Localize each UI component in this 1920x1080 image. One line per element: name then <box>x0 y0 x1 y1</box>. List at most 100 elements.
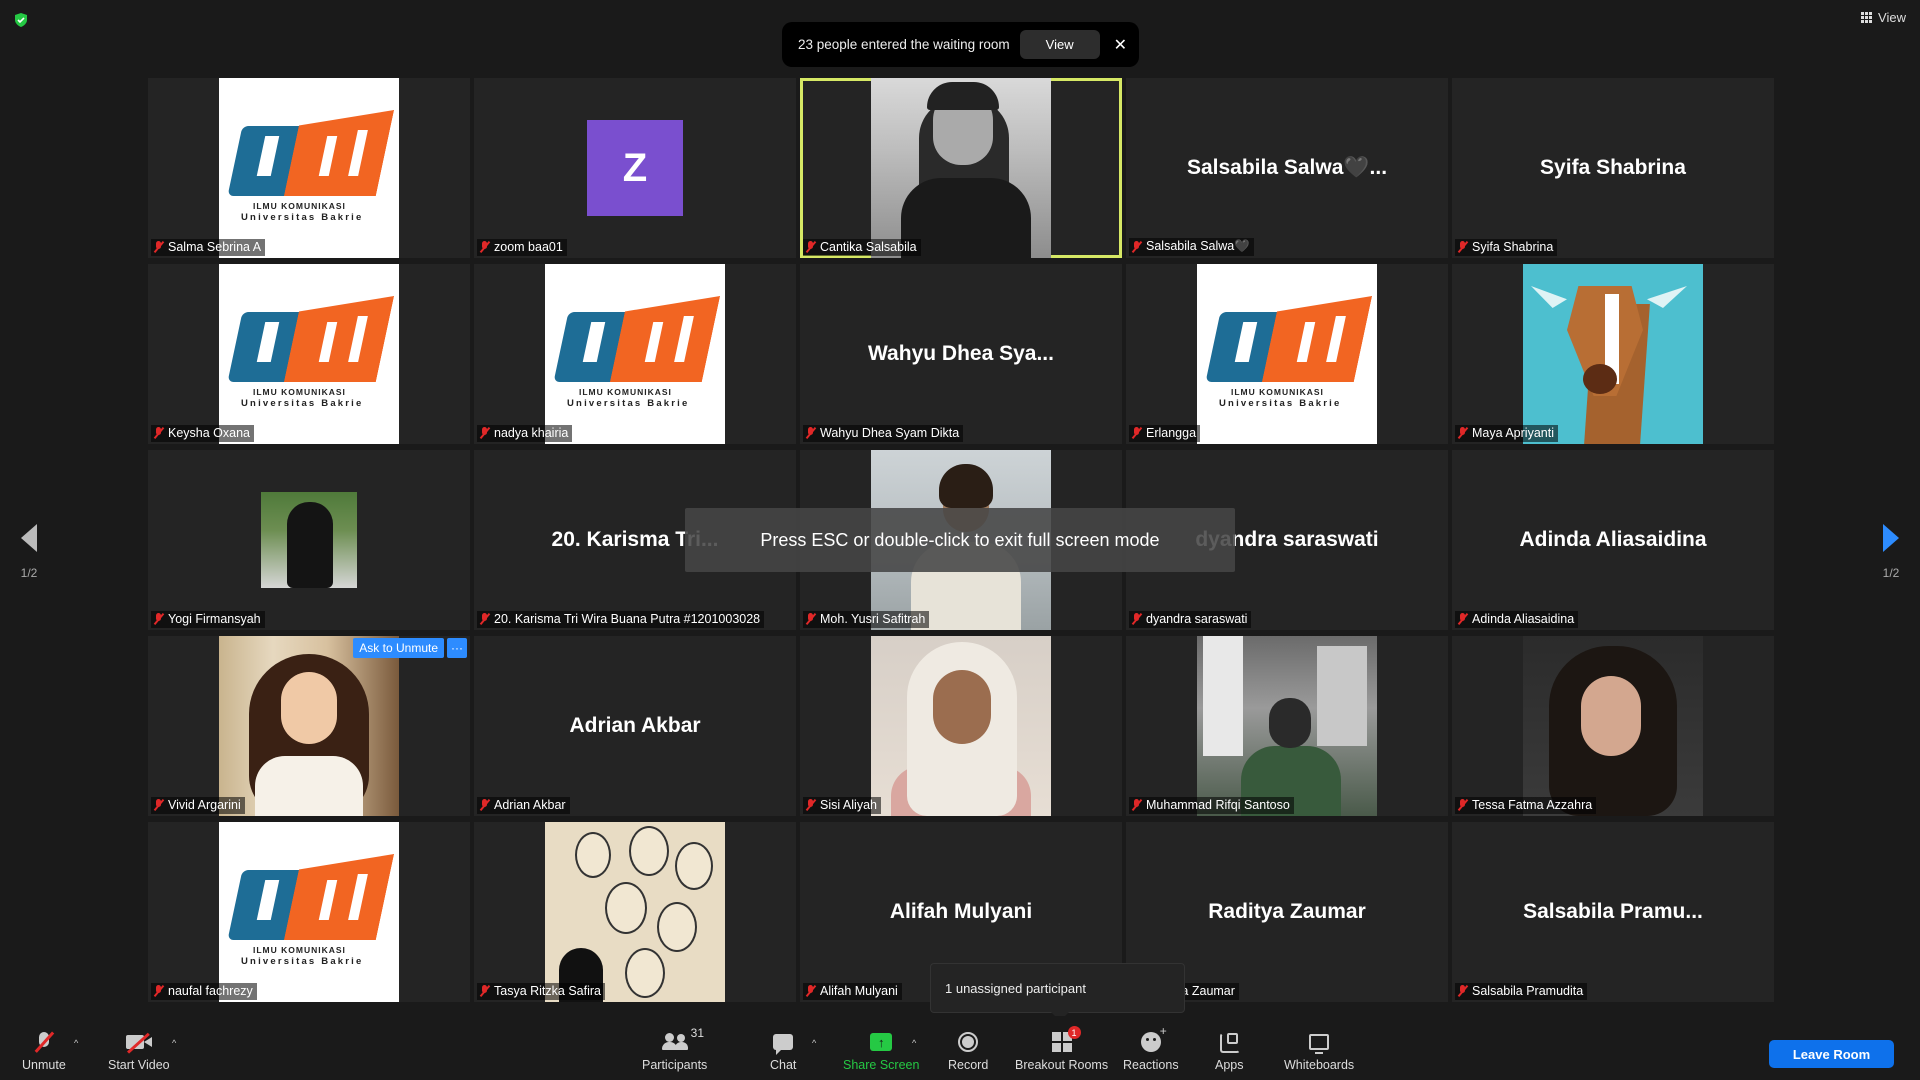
participant-tile[interactable]: Z zoom baa01 <box>474 78 796 258</box>
mic-muted-icon <box>1457 613 1468 625</box>
waiting-room-banner: 23 people entered the waiting room View … <box>782 22 1139 67</box>
audio-options-caret[interactable]: ^ <box>74 1038 78 1048</box>
mic-muted-icon <box>153 427 164 439</box>
participant-tile[interactable]: Adrian Akbar Adrian Akbar <box>474 636 796 816</box>
mic-muted-icon <box>37 1032 51 1052</box>
participant-tile[interactable]: Salsabila Salwa🖤... Salsabila Salwa🖤 <box>1126 78 1448 258</box>
participant-tile[interactable]: Syifa Shabrina Syifa Shabrina <box>1452 78 1774 258</box>
breakout-rooms-icon: 1 <box>1051 1026 1081 1052</box>
start-video-button[interactable]: Start Video <box>108 1030 170 1072</box>
participant-name-label: dyandra saraswati <box>1129 611 1252 628</box>
share-screen-icon: ↑ <box>870 1033 893 1051</box>
grid-view-icon <box>1861 12 1873 23</box>
mic-muted-icon <box>1457 427 1468 439</box>
view-button[interactable]: View <box>1861 10 1906 25</box>
whiteboards-button[interactable]: Whiteboards <box>1284 1030 1354 1072</box>
participant-tile[interactable]: Sisi Aliyah <box>800 636 1122 816</box>
participant-name-label: Tasya Ritzka Safira <box>477 983 605 1000</box>
arrow-left-icon <box>21 524 37 552</box>
breakout-unassigned-popup[interactable]: 1 unassigned participant <box>930 963 1185 1021</box>
participant-name-label: Adinda Aliasaidina <box>1455 611 1579 628</box>
mic-muted-icon <box>153 985 164 997</box>
participant-tile[interactable]: Tessa Fatma Azzahra <box>1452 636 1774 816</box>
mic-muted-icon <box>805 241 816 253</box>
participant-name-label: Yogi Firmansyah <box>151 611 265 628</box>
participant-display-name: Wahyu Dhea Sya... <box>868 342 1054 365</box>
encryption-shield-icon[interactable] <box>13 12 29 28</box>
participant-display-name: Salsabila Pramu... <box>1523 900 1703 923</box>
participant-name-label: Erlangga <box>1129 425 1201 442</box>
previous-page-button[interactable]: 1/2 <box>9 524 49 580</box>
participant-tile[interactable]: ILMU KOMUNIKASI Universitas Bakrie naufa… <box>148 822 470 1002</box>
participant-name-label: zoom baa01 <box>477 239 567 256</box>
participant-tile[interactable]: ILMU KOMUNIKASI Universitas Bakrie Erlan… <box>1126 264 1448 444</box>
share-screen-button[interactable]: ↑ Share Screen <box>843 1030 919 1072</box>
participant-tile[interactable]: Adinda Aliasaidina Adinda Aliasaidina <box>1452 450 1774 630</box>
chat-button[interactable]: Chat <box>770 1030 796 1072</box>
video-options-caret[interactable]: ^ <box>172 1038 176 1048</box>
participant-tile[interactable]: Tasya Ritzka Safira <box>474 822 796 1002</box>
mic-muted-icon <box>479 613 490 625</box>
mic-muted-icon <box>1131 240 1142 253</box>
university-logo: ILMU KOMUNIKASI Universitas Bakrie <box>219 78 399 258</box>
participants-button[interactable]: 31 Participants <box>642 1026 707 1072</box>
participant-tile[interactable]: Muhammad Rifqi Santoso <box>1126 636 1448 816</box>
participant-tile[interactable]: ILMU KOMUNIKASI Universitas Bakrie Keysh… <box>148 264 470 444</box>
participant-tile[interactable]: ILMU KOMUNIKASI Universitas Bakrie Salma… <box>148 78 470 258</box>
reactions-icon <box>1140 1024 1167 1052</box>
mic-muted-icon <box>1457 241 1468 253</box>
page-indicator-right: 1/2 <box>1882 566 1900 580</box>
chat-options-caret[interactable]: ^ <box>812 1038 816 1048</box>
leave-room-button[interactable]: Leave Room <box>1769 1040 1894 1068</box>
giraffe-avatar-image <box>1523 264 1703 444</box>
mic-muted-icon <box>1131 799 1142 811</box>
participant-tile[interactable]: Yogi Firmansyah <box>148 450 470 630</box>
video-off-icon <box>125 1033 152 1051</box>
view-label: View <box>1878 10 1906 25</box>
sketch-artwork-image <box>545 822 725 1002</box>
mic-muted-icon <box>479 427 490 439</box>
university-logo: ILMU KOMUNIKASI Universitas Bakrie <box>545 264 725 444</box>
unmute-button[interactable]: Unmute <box>22 1030 66 1072</box>
mic-muted-icon <box>479 799 490 811</box>
page-indicator-left: 1/2 <box>20 566 38 580</box>
mic-muted-icon <box>1131 427 1142 439</box>
apps-button[interactable]: Apps <box>1215 1030 1244 1072</box>
participant-video <box>871 636 1051 816</box>
participant-name-label: Adrian Akbar <box>477 797 570 814</box>
waiting-room-view-button[interactable]: View <box>1019 30 1100 59</box>
participant-tile[interactable]: Salsabila Pramu... Salsabila Pramudita <box>1452 822 1774 1002</box>
more-options-button[interactable]: ··· <box>447 638 467 658</box>
mic-muted-icon <box>479 985 490 997</box>
participant-tile[interactable]: Ask to Unmute ··· Vivid Argarini <box>148 636 470 816</box>
reactions-button[interactable]: Reactions <box>1123 1024 1179 1072</box>
mic-muted-icon <box>1131 613 1142 625</box>
participant-name-label: Alifah Mulyani <box>803 983 902 1000</box>
mic-muted-icon <box>805 613 816 625</box>
waiting-room-message: 23 people entered the waiting room <box>798 37 1010 52</box>
participant-name-label: nadya khairia <box>477 425 573 442</box>
participant-name-label: 20. Karisma Tri Wira Buana Putra #120100… <box>477 611 765 628</box>
ask-to-unmute-button[interactable]: Ask to Unmute <box>353 638 444 658</box>
participant-tile-active-speaker[interactable]: Cantika Salsabila <box>800 78 1122 258</box>
share-options-caret[interactable]: ^ <box>912 1038 916 1048</box>
next-page-button[interactable]: 1/2 <box>1871 524 1911 580</box>
participant-tile[interactable]: ILMU KOMUNIKASI Universitas Bakrie nadya… <box>474 264 796 444</box>
breakout-rooms-button[interactable]: 1 Breakout Rooms <box>1015 1026 1108 1072</box>
participant-name-label: Sisi Aliyah <box>803 797 881 814</box>
record-icon <box>958 1032 979 1052</box>
participant-display-name: Adinda Aliasaidina <box>1519 528 1707 551</box>
participant-tile[interactable]: Maya Apriyanti <box>1452 264 1774 444</box>
chat-icon <box>773 1034 794 1055</box>
participant-name-label: Keysha Oxana <box>151 425 254 442</box>
participant-tile[interactable]: Wahyu Dhea Sya... Wahyu Dhea Syam Dikta <box>800 264 1122 444</box>
apps-icon <box>1220 1033 1241 1053</box>
record-button[interactable]: Record <box>948 1030 988 1072</box>
mic-muted-icon <box>805 799 816 811</box>
participant-display-name: Salsabila Salwa🖤... <box>1186 156 1388 179</box>
participants-count: 31 <box>690 1026 705 1040</box>
avatar: Z <box>587 120 683 216</box>
participant-name-label: Wahyu Dhea Syam Dikta <box>803 425 964 442</box>
participant-display-name: Syifa Shabrina <box>1540 156 1686 179</box>
close-icon[interactable]: ✕ <box>1114 35 1127 55</box>
